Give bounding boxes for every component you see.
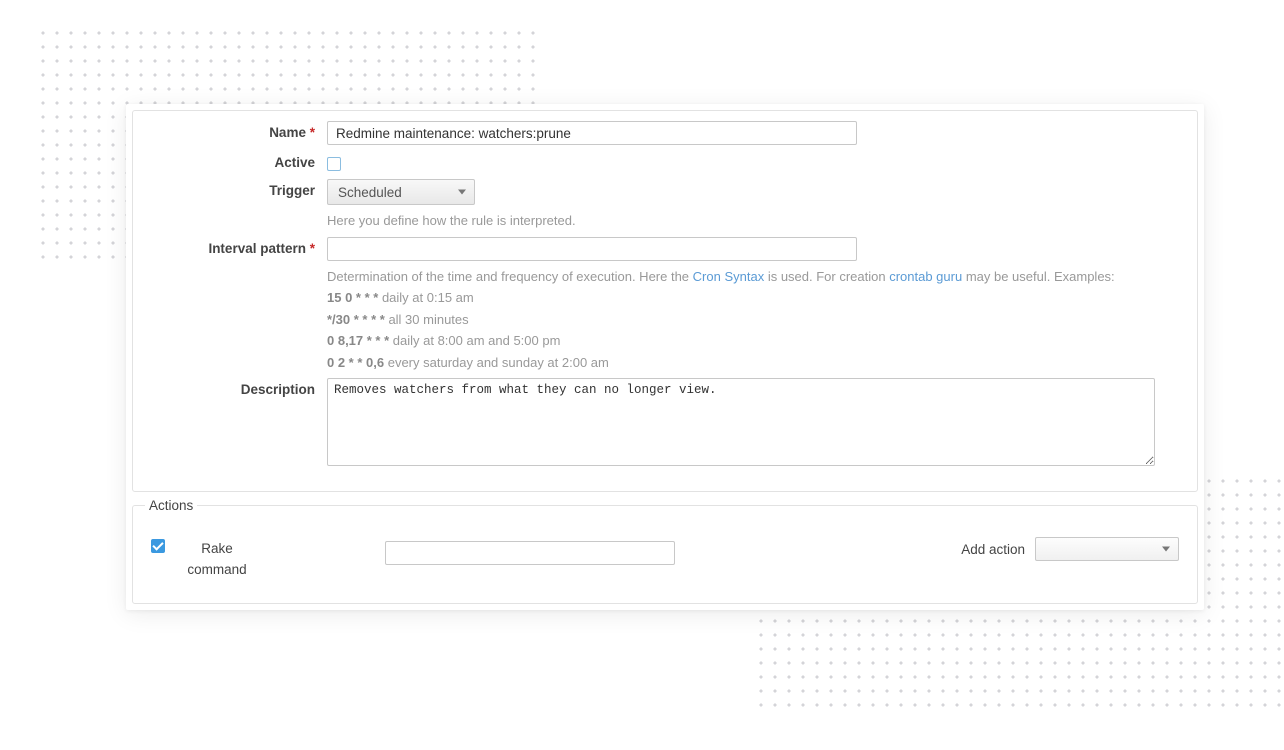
form-panel: Name * Active Trigger Scheduled Here you… [126, 104, 1204, 610]
cron-example-desc: all 30 minutes [385, 312, 469, 327]
cron-example: 0 8,17 * * * daily at 8:00 am and 5:00 p… [327, 331, 1183, 351]
trigger-label: Trigger [147, 179, 327, 198]
active-label: Active [147, 151, 327, 170]
cron-example-desc: every saturday and sunday at 2:00 am [384, 355, 609, 370]
required-asterisk: * [310, 241, 315, 256]
rake-command-input[interactable] [385, 541, 675, 565]
actions-legend: Actions [145, 498, 197, 513]
cron-example: 15 0 * * * daily at 0:15 am [327, 288, 1183, 308]
description-row: Description [147, 378, 1183, 471]
active-checkbox[interactable] [327, 157, 341, 171]
trigger-help-text: Here you define how the rule is interpre… [327, 211, 1183, 231]
rake-command-label: Rake command [177, 539, 257, 581]
cron-syntax-link[interactable]: Cron Syntax [693, 269, 765, 284]
crontab-guru-link[interactable]: crontab guru [889, 269, 962, 284]
name-row: Name * [147, 121, 1183, 145]
chevron-down-icon [1162, 547, 1170, 552]
name-label: Name * [147, 121, 327, 140]
cron-example-code: 0 2 * * 0,6 [327, 355, 384, 370]
add-action-label: Add action [961, 542, 1025, 557]
add-action-select[interactable] [1035, 537, 1179, 561]
interval-help: Determination of the time and frequency … [327, 267, 1183, 373]
cron-example-code: 0 8,17 * * * [327, 333, 389, 348]
cron-example-code: 15 0 * * * [327, 290, 378, 305]
name-input[interactable] [327, 121, 857, 145]
trigger-row: Trigger Scheduled Here you define how th… [147, 179, 1183, 231]
interval-input[interactable] [327, 237, 857, 261]
actions-fieldset: Actions Rake command Add action [132, 498, 1198, 604]
rake-checkbox[interactable] [151, 539, 165, 553]
chevron-down-icon [458, 190, 466, 195]
trigger-select-value: Scheduled [338, 185, 402, 200]
required-asterisk: * [310, 125, 315, 140]
interval-label: Interval pattern * [147, 237, 327, 256]
cron-example-desc: daily at 8:00 am and 5:00 pm [389, 333, 560, 348]
cron-example-desc: daily at 0:15 am [378, 290, 473, 305]
active-row: Active [147, 151, 1183, 173]
cron-example-code: */30 * * * * [327, 312, 385, 327]
interval-row: Interval pattern * Determination of the … [147, 237, 1183, 373]
cron-example: */30 * * * * all 30 minutes [327, 310, 1183, 330]
description-textarea[interactable] [327, 378, 1155, 466]
cron-example: 0 2 * * 0,6 every saturday and sunday at… [327, 353, 1183, 373]
trigger-select[interactable]: Scheduled [327, 179, 475, 205]
description-label: Description [147, 378, 327, 397]
main-fieldset: Name * Active Trigger Scheduled Here you… [132, 110, 1198, 492]
